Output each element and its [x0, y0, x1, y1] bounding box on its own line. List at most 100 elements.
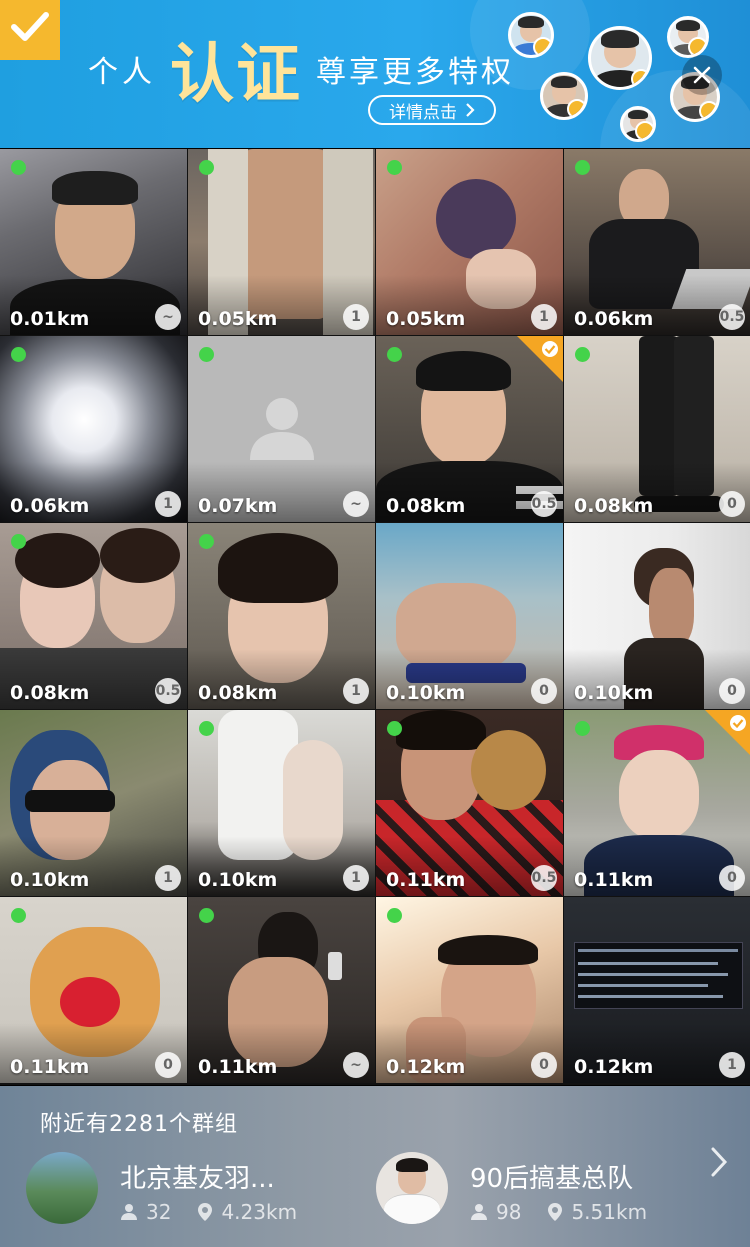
user-tile[interactable]: 0.07km ~: [188, 336, 375, 522]
group-avatar: [26, 1152, 98, 1224]
distance-label: 0.10km: [386, 682, 466, 704]
avatar: [588, 26, 652, 90]
distance-label: 0.08km: [574, 495, 654, 517]
distance-label: 0.11km: [386, 869, 466, 891]
user-tile[interactable]: 0.10km 0: [376, 523, 563, 709]
distance-label: 0.10km: [574, 682, 654, 704]
level-badge: 1: [155, 865, 181, 891]
group-distance: 5.51km: [571, 1200, 648, 1224]
level-badge: 1: [343, 678, 369, 704]
distance-label: 0.11km: [198, 1056, 278, 1078]
group-card[interactable]: 北京基友羽... 32 4.23km: [26, 1152, 356, 1232]
group-meta: 32 4.23km: [120, 1200, 297, 1224]
distance-label: 0.08km: [10, 682, 90, 704]
user-tile[interactable]: 0.06km 0.5: [564, 149, 750, 335]
online-dot-icon: [575, 160, 590, 175]
details-button[interactable]: 详情点击: [368, 95, 496, 125]
level-badge: 0: [719, 491, 745, 517]
user-tile[interactable]: 0.12km 0: [376, 897, 563, 1083]
level-badge: 1: [531, 304, 557, 330]
distance-label: 0.11km: [10, 1056, 90, 1078]
group-name: 北京基友羽...: [120, 1164, 275, 1194]
user-tile[interactable]: 0.10km 1: [0, 710, 187, 896]
online-dot-icon: [11, 347, 26, 362]
group-distance: 4.23km: [221, 1200, 298, 1224]
online-dot-icon: [199, 160, 214, 175]
level-badge: 0.5: [531, 865, 557, 891]
level-badge: 0: [531, 678, 557, 704]
online-dot-icon: [11, 160, 26, 175]
avatar: [508, 12, 554, 58]
level-badge: 0: [531, 1052, 557, 1078]
banner-title-suffix: 尊享更多特权: [316, 55, 514, 90]
banner-title-main: 认证: [170, 37, 302, 112]
distance-label: 0.11km: [574, 869, 654, 891]
online-dot-icon: [199, 347, 214, 362]
user-tile[interactable]: 0.05km 1: [376, 149, 563, 335]
level-badge: 0.5: [719, 304, 745, 330]
user-tile[interactable]: 0.11km 0: [0, 897, 187, 1083]
online-dot-icon: [199, 721, 214, 736]
user-tile[interactable]: 0.08km 0.5: [376, 336, 563, 522]
verification-banner[interactable]: 个人 认证 尊享更多特权 详情点击: [0, 0, 750, 148]
location-pin-icon: [198, 1203, 213, 1221]
user-tile[interactable]: 0.05km 1: [188, 149, 375, 335]
level-badge: ~: [155, 304, 181, 330]
user-tile[interactable]: 0.08km 1: [188, 523, 375, 709]
online-dot-icon: [575, 721, 590, 736]
group-name: 90后搞基总队: [470, 1164, 634, 1194]
level-badge: 1: [719, 1052, 745, 1078]
user-tile[interactable]: 0.10km 0: [564, 523, 750, 709]
avatar: [540, 72, 588, 120]
level-badge: 0: [719, 865, 745, 891]
level-badge: ~: [343, 1052, 369, 1078]
distance-label: 0.12km: [574, 1056, 654, 1078]
group-card[interactable]: 90后搞基总队 98 5.51km: [376, 1152, 696, 1232]
banner-title: 个人 认证 尊享更多特权: [88, 34, 514, 112]
person-icon: [121, 1204, 137, 1220]
close-button[interactable]: [682, 55, 722, 95]
user-tile[interactable]: 0.08km 0: [564, 336, 750, 522]
nearby-groups-bar[interactable]: 附近有2281个群组 北京基友羽... 32 4.23km 90后搞基总队 98…: [0, 1086, 750, 1247]
level-badge: 1: [343, 304, 369, 330]
user-tile[interactable]: 0.10km 1: [188, 710, 375, 896]
online-dot-icon: [11, 908, 26, 923]
group-member-count: 32: [146, 1200, 172, 1224]
distance-label: 0.05km: [198, 308, 278, 330]
verified-corner-badge: [517, 336, 563, 382]
chevron-right-icon[interactable]: [710, 1146, 728, 1178]
nearby-users-grid: 0.01km ~ 0.05km 1 0.05km 1 0.06km 0.5 0.…: [0, 149, 750, 1085]
distance-label: 0.12km: [386, 1056, 466, 1078]
online-dot-icon: [387, 160, 402, 175]
user-tile[interactable]: 0.11km 0: [564, 710, 750, 896]
distance-label: 0.07km: [198, 495, 278, 517]
user-tile[interactable]: 0.06km 1: [0, 336, 187, 522]
distance-label: 0.10km: [10, 869, 90, 891]
group-meta: 98 5.51km: [470, 1200, 647, 1224]
distance-label: 0.10km: [198, 869, 278, 891]
level-badge: 0: [719, 678, 745, 704]
user-tile[interactable]: 0.01km ~: [0, 149, 187, 335]
close-icon: [693, 66, 711, 84]
user-tile[interactable]: 0.08km 0.5: [0, 523, 187, 709]
chevron-right-icon: [466, 103, 475, 117]
user-tile[interactable]: 0.11km ~: [188, 897, 375, 1083]
user-tile[interactable]: 0.11km 0.5: [376, 710, 563, 896]
online-dot-icon: [387, 908, 402, 923]
distance-label: 0.08km: [198, 682, 278, 704]
level-badge: 0.5: [531, 491, 557, 517]
distance-label: 0.06km: [10, 495, 90, 517]
level-badge: ~: [343, 491, 369, 517]
checkmark-icon: [542, 341, 558, 357]
verified-corner-badge: [705, 710, 750, 756]
online-dot-icon: [387, 721, 402, 736]
user-tile[interactable]: 0.12km 1: [564, 897, 750, 1083]
online-dot-icon: [199, 908, 214, 923]
details-button-label: 详情点击: [389, 102, 457, 123]
verified-badge-icon: [0, 0, 60, 60]
distance-label: 0.06km: [574, 308, 654, 330]
nearby-groups-heading: 附近有2281个群组: [40, 1112, 238, 1137]
level-badge: 0.5: [155, 678, 181, 704]
person-placeholder-icon: [250, 398, 314, 460]
distance-label: 0.08km: [386, 495, 466, 517]
